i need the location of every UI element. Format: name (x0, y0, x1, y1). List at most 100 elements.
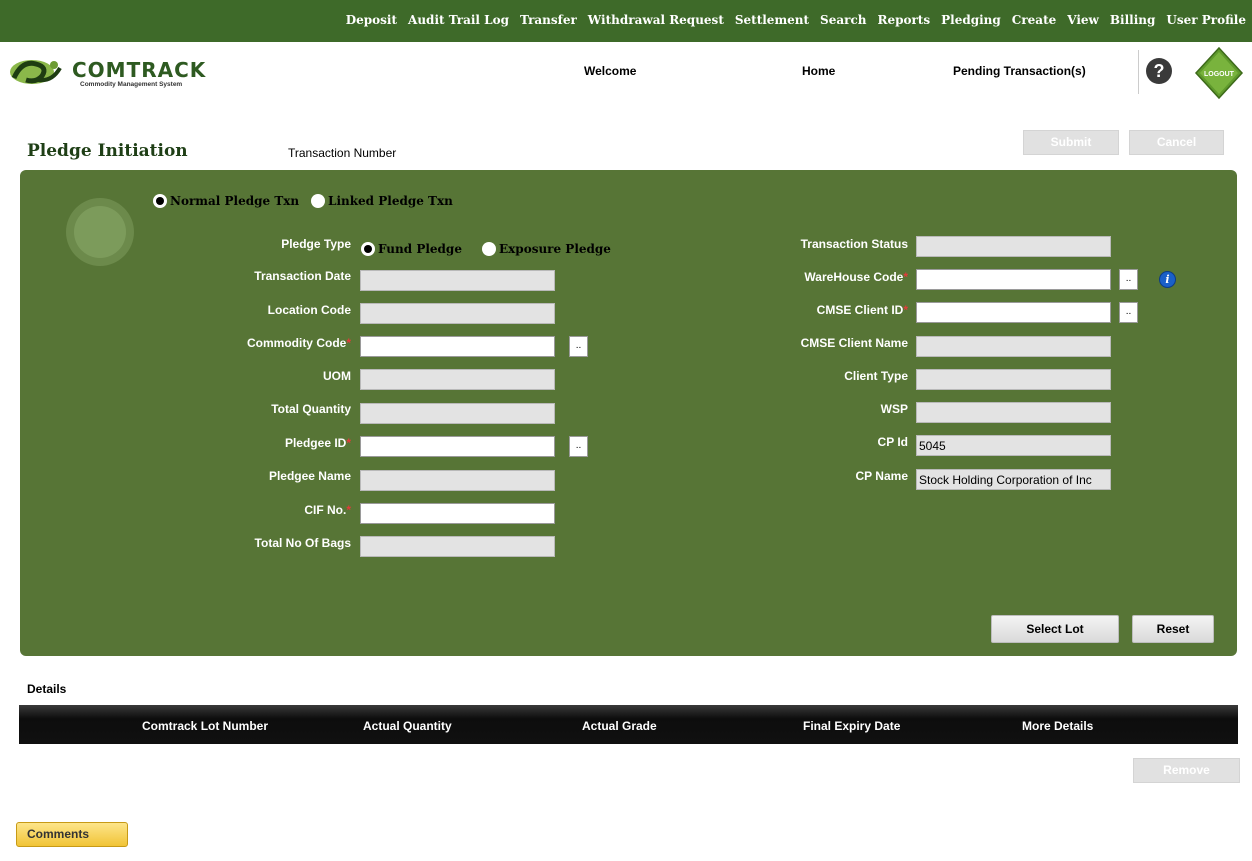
cmse-client-id-input[interactable] (916, 302, 1111, 323)
commodity-code-lookup-button[interactable]: .. (569, 336, 588, 357)
client-type-field (916, 369, 1111, 390)
comments-button[interactable]: Comments (16, 822, 128, 847)
required-mark: * (903, 270, 908, 284)
warehouse-code-lookup-button[interactable]: .. (1119, 269, 1138, 290)
fund-pledge-radio[interactable] (361, 242, 375, 256)
help-icon[interactable]: ? (1146, 58, 1172, 84)
magnifier-watermark-icon (66, 198, 134, 266)
logout-icon[interactable]: LOGOUT (1194, 46, 1244, 100)
location-code-field (360, 303, 555, 324)
transaction-status-field (916, 236, 1111, 257)
cmse-client-id-label-text: CMSE Client ID (816, 303, 904, 317)
top-nav-bar: Deposit Audit Trail Log Transfer Withdra… (0, 0, 1252, 42)
nav-item-transfer[interactable]: Transfer (520, 13, 577, 27)
pledgee-id-label: Pledgee ID* (171, 436, 351, 450)
normal-pledge-txn-label: Normal Pledge Txn (170, 194, 300, 208)
required-mark: * (903, 303, 908, 317)
nav-item-reports[interactable]: Reports (877, 13, 930, 27)
remove-button[interactable]: Remove (1133, 758, 1240, 783)
nav-item-settlement[interactable]: Settlement (735, 13, 809, 27)
header: COMTRACK Commodity Management System Wel… (0, 42, 1252, 104)
pledgee-id-lookup-button[interactable]: .. (569, 436, 588, 457)
header-divider (1138, 50, 1139, 94)
normal-pledge-txn-radio[interactable] (153, 194, 167, 208)
logo-brand-text: COMTRACK (72, 58, 207, 82)
welcome-link[interactable]: Welcome (584, 64, 636, 78)
cmse-client-id-label: CMSE Client ID* (728, 303, 908, 317)
fund-pledge-label: Fund Pledge (378, 242, 462, 256)
logo-swirl-icon (10, 60, 62, 84)
nav-item-user-profile[interactable]: User Profile (1166, 13, 1246, 27)
nav-item-audit-trail-log[interactable]: Audit Trail Log (408, 13, 509, 27)
comtrack-logo[interactable]: COMTRACK Commodity Management System (8, 56, 228, 90)
required-mark: * (346, 503, 351, 517)
exposure-pledge-radio[interactable] (482, 242, 496, 256)
commodity-code-label-text: Commodity Code (246, 336, 347, 350)
column-header-more-details[interactable]: More Details (1022, 719, 1093, 733)
transaction-date-label: Transaction Date (254, 269, 351, 283)
nav-item-deposit[interactable]: Deposit (346, 13, 397, 27)
cmse-client-name-field (916, 336, 1111, 357)
wsp-field (916, 402, 1111, 423)
transaction-date-field (360, 270, 555, 291)
transaction-status-label: Transaction Status (800, 237, 908, 251)
cp-id-field: 5045 (916, 435, 1111, 456)
column-header-lot-number[interactable]: Comtrack Lot Number (142, 719, 268, 733)
cmse-client-id-lookup-button[interactable]: .. (1119, 302, 1138, 323)
exposure-pledge-label: Exposure Pledge (499, 242, 611, 256)
details-table-header: Comtrack Lot Number Actual Quantity Actu… (19, 705, 1238, 744)
reset-button[interactable]: Reset (1132, 615, 1214, 643)
pledgee-id-input[interactable] (360, 436, 555, 457)
required-mark: * (346, 336, 351, 350)
linked-pledge-txn-radio[interactable] (311, 194, 325, 208)
cmse-client-name-label: CMSE Client Name (800, 336, 908, 350)
nav-item-pledging[interactable]: Pledging (941, 13, 1001, 27)
transaction-number-label: Transaction Number (288, 146, 397, 160)
nav-item-create[interactable]: Create (1012, 13, 1056, 27)
nav-item-billing[interactable]: Billing (1110, 13, 1156, 27)
column-header-actual-quantity[interactable]: Actual Quantity (363, 719, 452, 733)
warehouse-code-label-text: WareHouse Code (804, 270, 904, 284)
nav-item-withdrawal-request[interactable]: Withdrawal Request (588, 13, 724, 27)
cp-name-label: CP Name (855, 469, 908, 483)
commodity-code-input[interactable] (360, 336, 555, 357)
total-quantity-label: Total Quantity (271, 402, 351, 416)
pledge-form-panel: Normal Pledge Txn Linked Pledge Txn Pled… (20, 170, 1237, 656)
uom-label: UOM (323, 369, 351, 383)
cp-id-label: CP Id (877, 435, 908, 449)
home-link[interactable]: Home (802, 64, 835, 78)
warehouse-code-input[interactable] (916, 269, 1111, 290)
pledgee-id-label-text: Pledgee ID (284, 436, 347, 450)
submit-button[interactable]: Submit (1023, 130, 1119, 155)
logout-label: LOGOUT (1204, 71, 1235, 78)
cif-no-input[interactable] (360, 503, 555, 524)
column-header-final-expiry-date[interactable]: Final Expiry Date (803, 719, 900, 733)
nav-item-search[interactable]: Search (820, 13, 866, 27)
nav-item-view[interactable]: View (1067, 13, 1099, 27)
client-type-label: Client Type (844, 369, 908, 383)
logo-tagline: Commodity Management System (80, 81, 183, 88)
required-mark: * (346, 436, 351, 450)
pending-transactions-link[interactable]: Pending Transaction(s) (953, 64, 1086, 78)
page-title: Pledge Initiation (27, 141, 188, 161)
info-icon[interactable]: i (1159, 271, 1176, 288)
linked-pledge-txn-label: Linked Pledge Txn (328, 194, 453, 208)
select-lot-button[interactable]: Select Lot (991, 615, 1119, 643)
wsp-label: WSP (880, 402, 908, 416)
cif-no-label: CIF No.* (171, 503, 351, 517)
location-code-label: Location Code (267, 303, 351, 317)
total-bags-field (360, 536, 555, 557)
column-header-actual-grade[interactable]: Actual Grade (582, 719, 657, 733)
warehouse-code-label: WareHouse Code* (728, 270, 908, 284)
cp-name-field: Stock Holding Corporation of Inc (916, 469, 1111, 490)
details-section-label: Details (27, 682, 67, 696)
top-nav-menu: Deposit Audit Trail Log Transfer Withdra… (335, 13, 1246, 27)
pledgee-name-field (360, 470, 555, 491)
cif-no-label-text: CIF No. (304, 503, 347, 517)
pledgee-name-label: Pledgee Name (268, 469, 351, 483)
total-bags-label: Total No Of Bags (254, 536, 351, 550)
pledge-type-label: Pledge Type (281, 237, 351, 251)
commodity-code-label: Commodity Code* (171, 336, 351, 350)
total-quantity-field (360, 403, 555, 424)
cancel-button[interactable]: Cancel (1129, 130, 1224, 155)
